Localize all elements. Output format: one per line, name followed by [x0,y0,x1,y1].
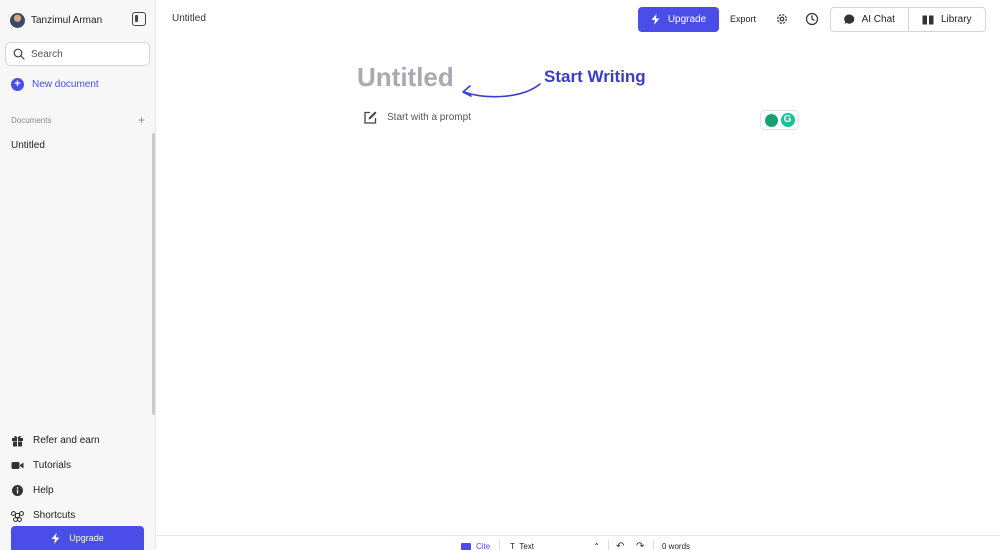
bottom-toolbar: Cite T Text ⌃ ↶ ↷ 0 words [156,535,1000,550]
chevron-up-down-icon: ⌃ [593,542,600,550]
lightbulb-icon[interactable] [764,113,778,127]
ai-chat-button[interactable]: AI Chat [831,8,908,31]
start-with-prompt-button[interactable]: Start with a prompt [363,110,471,125]
documents-header: Documents + [11,114,145,126]
export-button[interactable]: Export [730,14,756,24]
divider [608,540,609,550]
divider [653,540,654,550]
menu-item-shortcuts[interactable]: Shortcuts [11,503,100,528]
menu-item-label: Shortcuts [33,510,76,521]
upgrade-button[interactable]: Upgrade [638,7,719,32]
sidebar-bottom-menu: Refer and earn Tutorials Help Shortcuts [11,428,100,528]
book-icon [461,542,471,550]
gear-icon[interactable] [775,12,789,26]
command-key-icon [11,511,24,522]
sidebar-scrollbar[interactable] [152,133,155,415]
plus-circle-icon: + [11,78,24,91]
text-format-icon: T [510,542,520,550]
menu-item-label: Tutorials [33,460,71,471]
edit-pencil-icon [364,111,377,124]
add-document-icon[interactable]: + [138,114,145,126]
divider [499,540,500,550]
library-label: Library [940,14,972,25]
lightning-icon [651,14,660,25]
library-button[interactable]: Library [907,8,986,31]
menu-item-refer-and-earn[interactable]: Refer and earn [11,428,100,453]
menu-item-label: Refer and earn [33,435,100,446]
new-document-label: New document [32,79,99,90]
sidebar-upgrade-button[interactable]: Upgrade [11,526,144,550]
video-camera-icon [11,462,24,469]
grammarly-widget[interactable]: G [760,110,799,130]
avatar [10,12,25,28]
annotation-arrow-icon [462,83,541,98]
sidebar: Tanzimul Arman + New document Documents … [0,0,156,550]
book-icon [922,15,934,24]
redo-icon[interactable]: ↷ [636,541,644,550]
chat-bubble-icon [843,14,854,25]
gift-icon [12,436,23,447]
history-clock-icon[interactable] [805,12,819,26]
info-icon [12,485,23,496]
undo-icon[interactable]: ↶ [616,541,624,550]
grammarly-logo-icon[interactable]: G [780,113,795,127]
word-count: 0 words [662,542,691,550]
annotation-text: Start Writing [544,67,646,86]
cite-button[interactable]: Cite [461,542,490,550]
menu-item-tutorials[interactable]: Tutorials [11,453,100,478]
document-list-item[interactable]: Untitled [11,140,45,151]
text-style-label: Text [519,542,535,550]
lightning-icon [51,532,60,544]
cite-label: Cite [476,542,491,550]
upgrade-label: Upgrade [667,14,707,25]
menu-item-help[interactable]: Help [11,478,100,503]
search-icon [13,48,25,60]
search-input[interactable] [31,48,141,60]
sidebar-toggle-icon[interactable] [132,12,146,26]
documents-label: Documents [11,115,52,125]
document-title-input[interactable]: Untitled [357,62,454,93]
panel-toggle-group: AI Chat Library [830,7,986,32]
new-document-button[interactable]: + New document [11,78,99,91]
text-style-select[interactable]: T Text ⌃ [510,542,600,550]
menu-item-label: Help [33,485,54,496]
user-profile[interactable]: Tanzimul Arman [10,11,102,29]
ai-chat-label: AI Chat [861,14,895,25]
sidebar-upgrade-label: Upgrade [69,533,104,543]
prompt-label: Start with a prompt [387,112,471,123]
document-title: Untitled [172,13,206,24]
user-name: Tanzimul Arman [31,14,103,26]
search-box[interactable] [5,42,150,66]
